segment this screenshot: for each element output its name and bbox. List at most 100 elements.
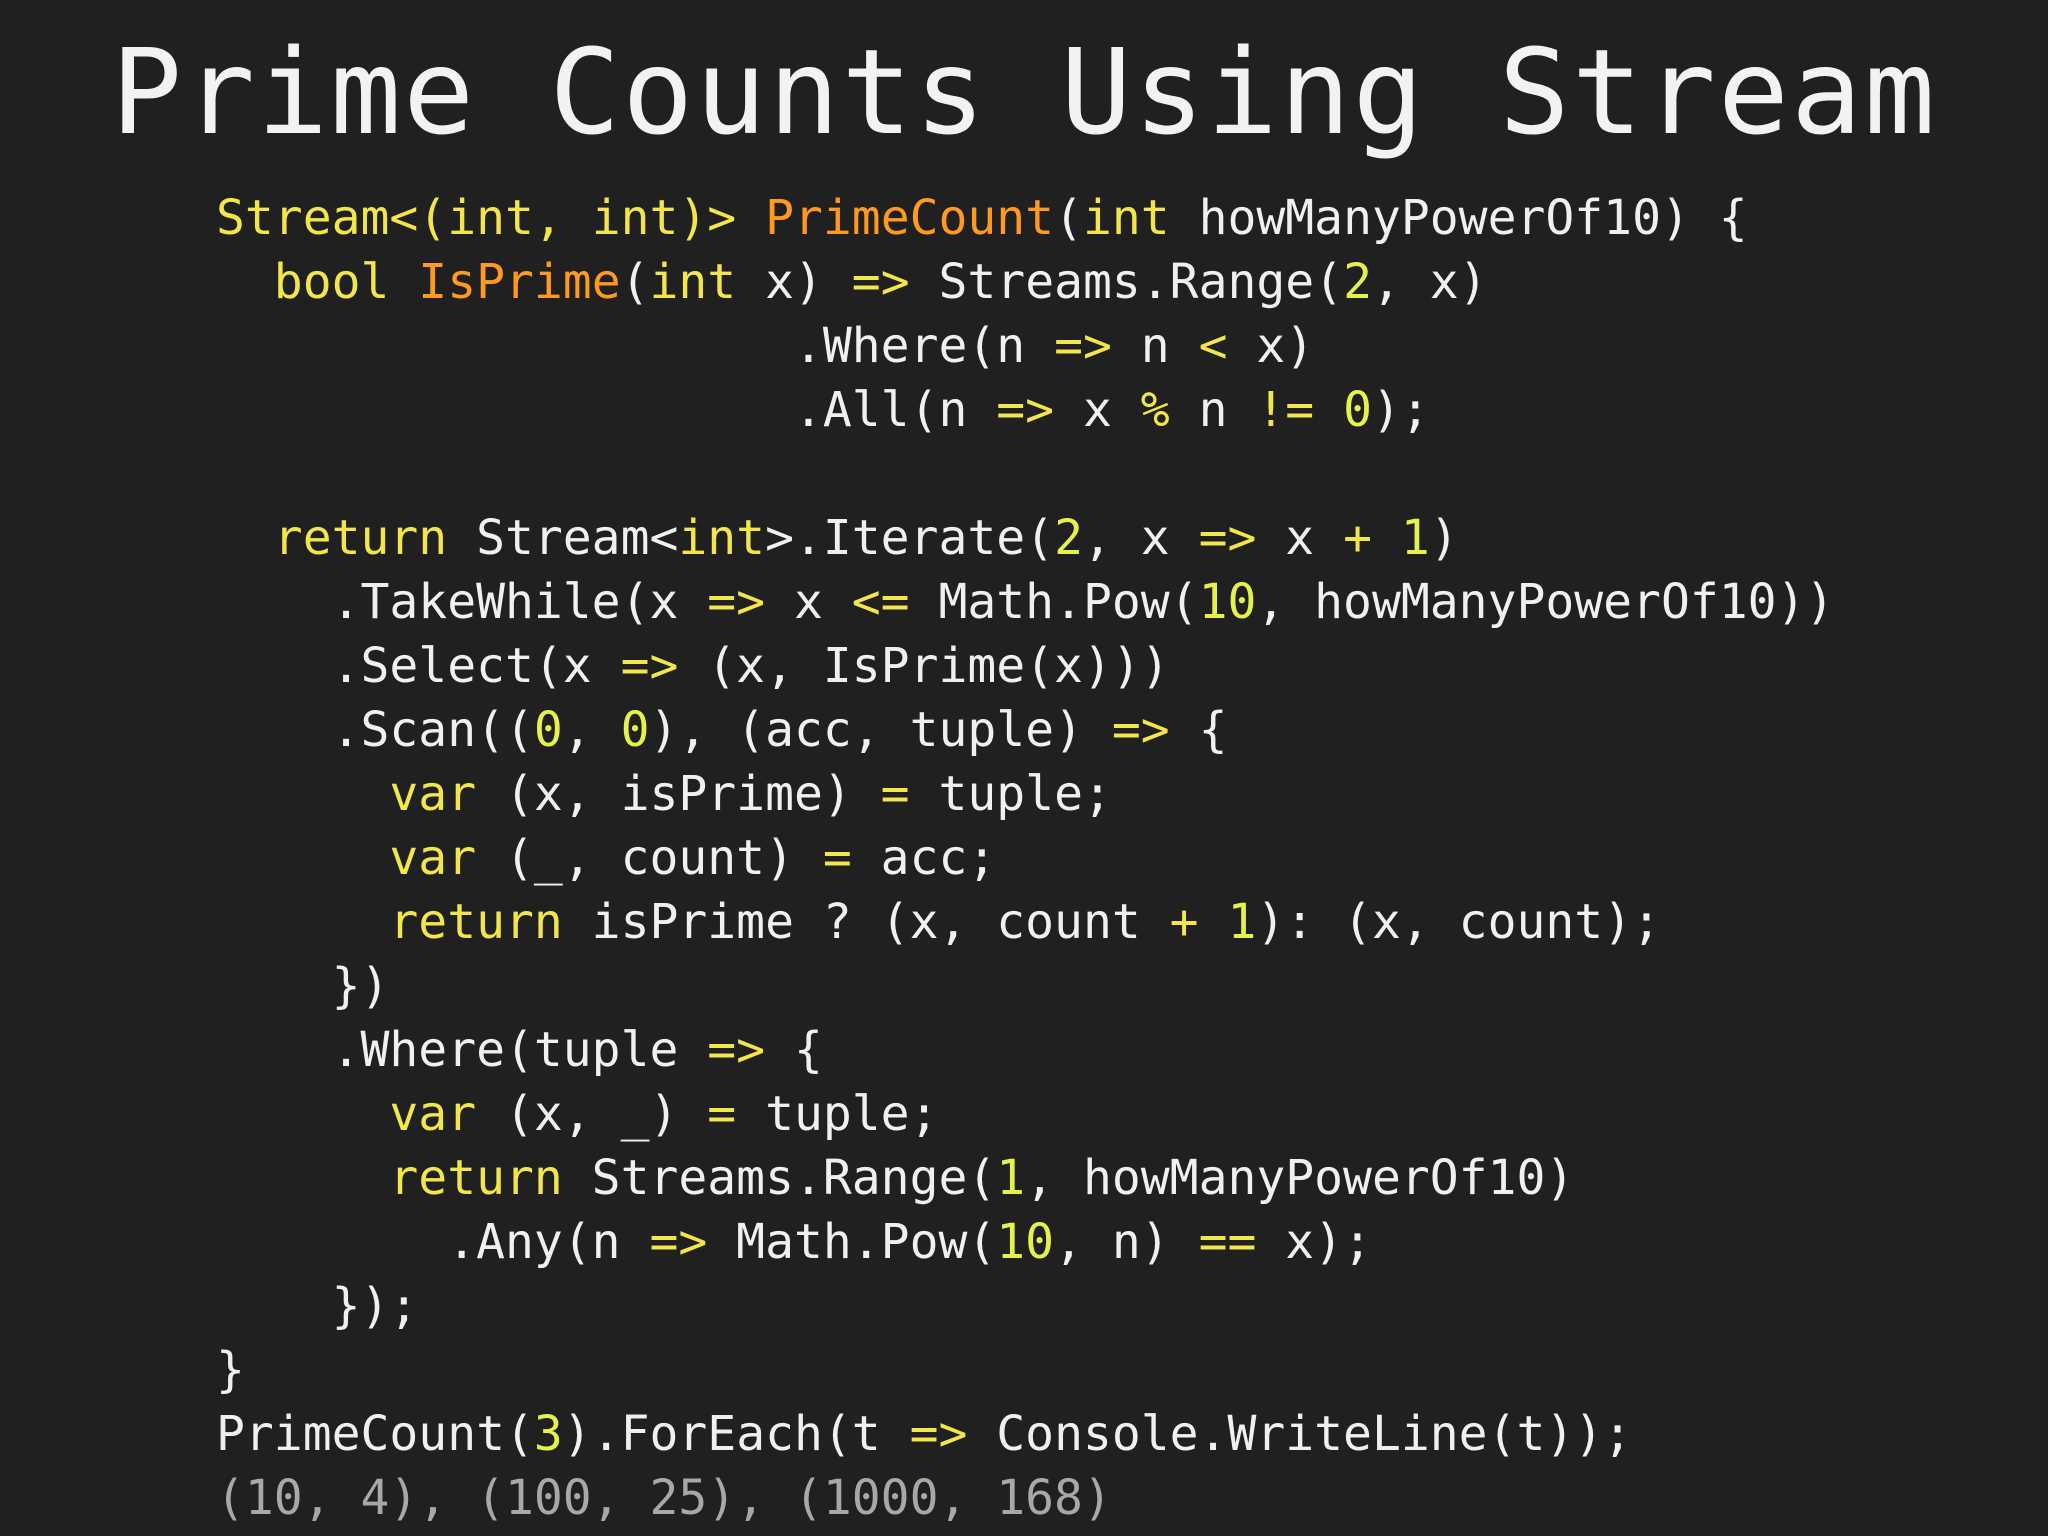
code-token: Console.WriteLine(t)); [967,1406,1633,1462]
code-token: { [1169,702,1228,758]
code-token: 10 [1198,574,1257,630]
code-token: ); [1371,382,1430,438]
code-token: .Where(n [216,318,1055,374]
code-token: { [765,1022,823,1078]
code-token: <= [851,574,910,630]
code-line: return Streams.Range(1, howManyPowerOf10… [216,1146,2016,1210]
code-line: }) [216,954,2016,1018]
code-token: var [389,830,477,886]
code-line: var (x, isPrime) = tuple; [216,762,2016,826]
code-token: ( [1054,190,1083,246]
code-token: = [707,1086,737,1142]
code-token: 2 [1054,510,1083,566]
code-line: Stream<(int, int)> PrimeCount(int howMan… [216,186,2016,250]
code-token: ( [620,254,650,310]
code-token: int [591,190,679,246]
code-token: 2 [1343,254,1372,310]
code-token: }); [216,1278,419,1334]
code-token: n [1111,318,1199,374]
code-token: != [1256,382,1315,438]
code-token: + [1343,510,1372,566]
code-token: x); [1256,1214,1372,1270]
code-token: , x) [1371,254,1488,310]
code-token: .Scan(( [216,702,534,758]
code-line: }); [216,1274,2016,1338]
code-token: ): (x, count); [1256,894,1661,950]
code-token: = [822,830,852,886]
code-token: + [1169,894,1199,950]
code-token: => [649,1214,708,1270]
code-token: x [765,574,852,630]
code-token: int [1082,190,1170,246]
code-token: bool [273,254,390,310]
slide-title: Prime Counts Using Stream [110,23,1938,161]
code-token: int [447,190,534,246]
code-token: ), (acc, tuple) [649,702,1112,758]
code-token: => [707,1022,766,1078]
code-token: Math.Pow( [909,574,1199,630]
code-token: int [649,254,737,310]
code-token: , howManyPowerOf10)) [1256,574,1835,630]
code-line: .Select(x => (x, IsPrime(x))) [216,634,2016,698]
code-token: 10 [996,1214,1055,1270]
code-token: % [1140,382,1170,438]
code-line: (10, 4), (100, 25), (1000, 168) [216,1466,2016,1530]
code-token: 3 [533,1406,563,1462]
code-token: PrimeCount [765,190,1055,246]
code-token: Stream< [447,510,679,566]
code-line: .Any(n => Math.Pow(10, n) == x); [216,1210,2016,1274]
code-token: return [273,510,448,566]
code-token: (x, _) [476,1086,708,1142]
code-token: }) [216,958,390,1014]
code-token: 0 [620,702,650,758]
code-token: .All(n [216,382,997,438]
code-token: x) [736,254,852,310]
code-line: .Where(tuple => { [216,1018,2016,1082]
code-token: Math.Pow( [707,1214,997,1270]
code-token: 1 [1400,510,1430,566]
code-token: 1 [996,1150,1026,1206]
code-token: var [389,1086,477,1142]
code-token: x [1054,382,1141,438]
code-line: .Where(n => n < x) [216,314,2016,378]
code-token: => [1054,318,1112,374]
code-token: acc; [851,830,997,886]
code-token: => [996,382,1055,438]
code-token: (_, count) [476,830,823,886]
code-line: var (_, count) = acc; [216,826,2016,890]
code-token: => [909,1406,968,1462]
code-token: => [1198,510,1257,566]
code-line: return isPrime ? (x, count + 1): (x, cou… [216,890,2016,954]
code-token: Streams.Range( [562,1150,997,1206]
code-token: (x, isPrime) [476,766,881,822]
code-token: ).ForEach(t [562,1406,910,1462]
code-token: => [851,254,910,310]
code-token: Stream<( [216,190,448,246]
code-token: 0 [533,702,563,758]
code-token: => [1111,702,1170,758]
code-token: (10, 4), (100, 25), (1000, 168) [216,1470,1112,1526]
code-token: >.Iterate( [765,510,1055,566]
code-line: return Stream<int>.Iterate(2, x => x + 1… [216,506,2016,570]
code-token: , howManyPowerOf10) [1025,1150,1575,1206]
code-token: , x [1082,510,1199,566]
code-token: howManyPowerOf10) { [1169,190,1748,246]
code-token: x [1256,510,1344,566]
code-token: , [562,702,621,758]
code-line: var (x, _) = tuple; [216,1082,2016,1146]
code-token: .Select(x [216,638,621,694]
code-token: int [678,510,766,566]
code-token: 1 [1227,894,1257,950]
code-token: return [389,894,563,950]
code-token: , [533,190,592,246]
code-token: .Where(tuple [216,1022,708,1078]
